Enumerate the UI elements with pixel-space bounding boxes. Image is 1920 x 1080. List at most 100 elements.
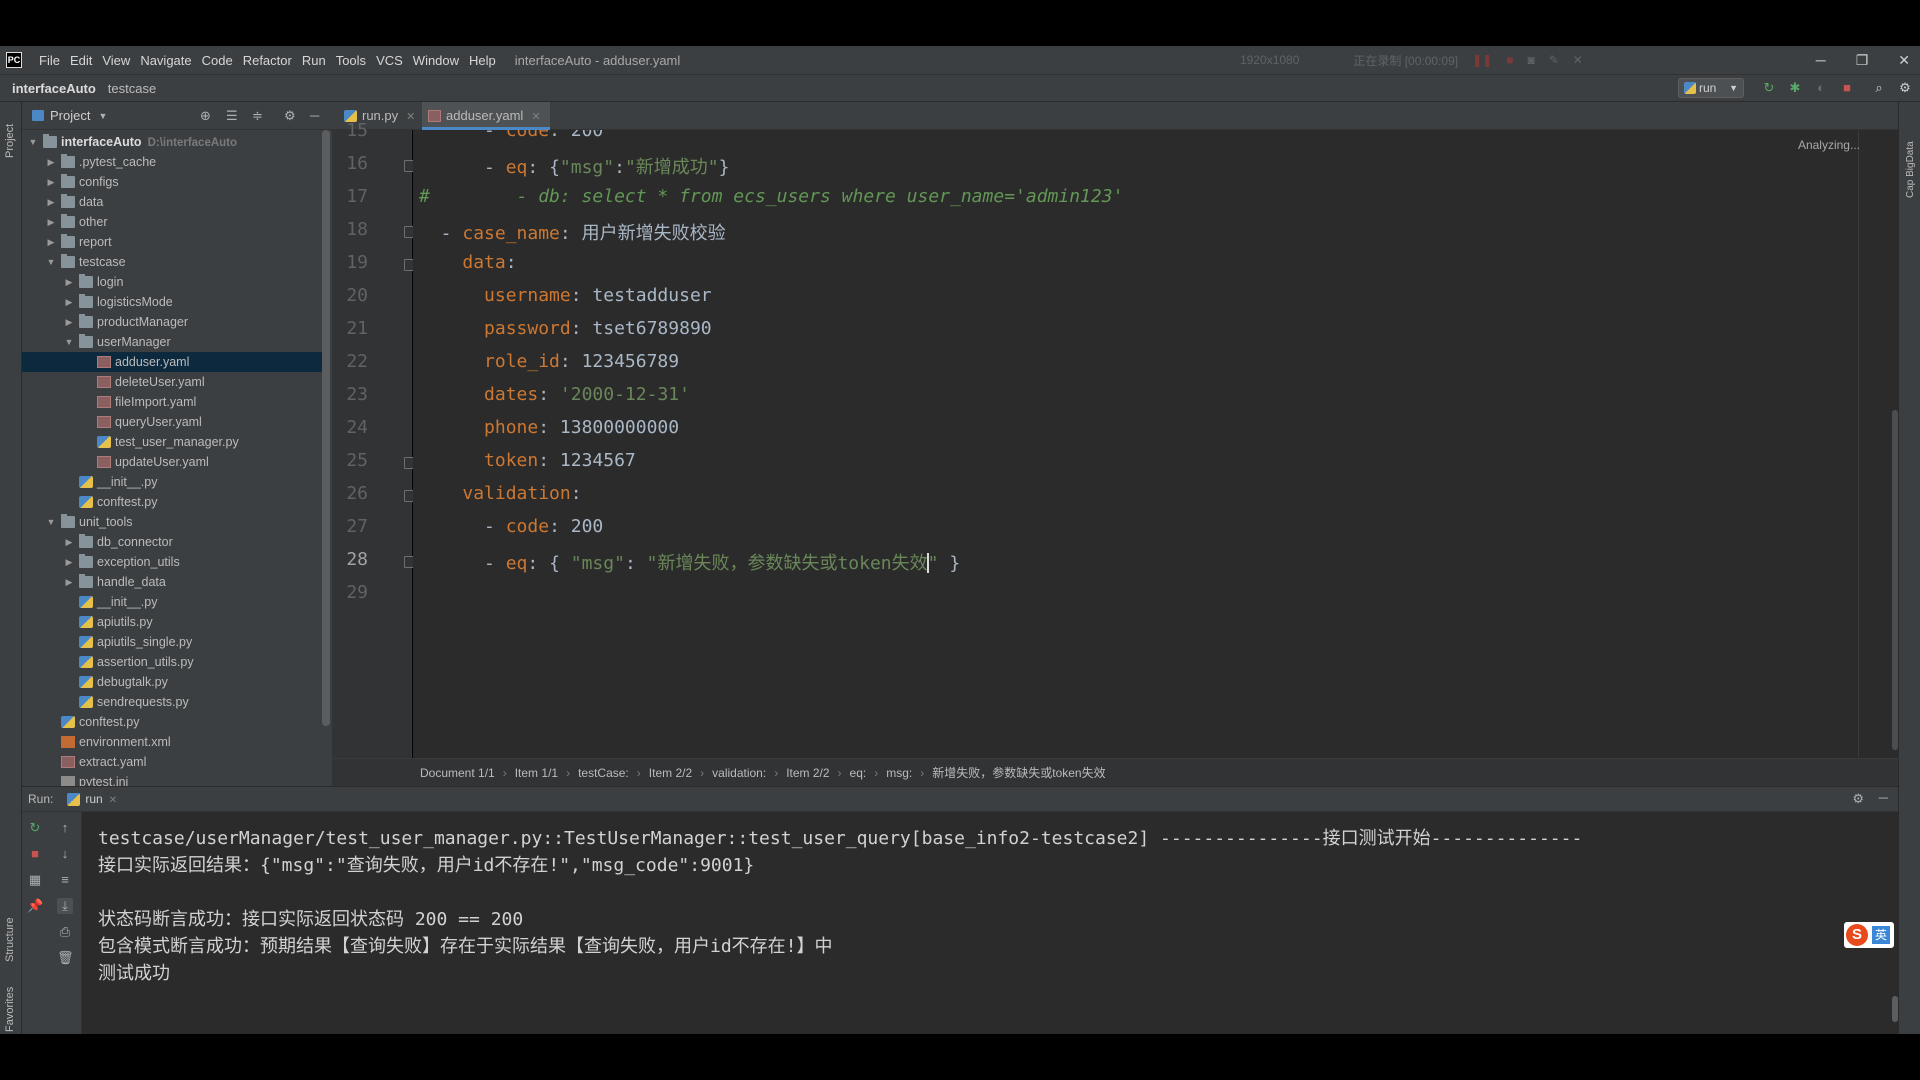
tree-item[interactable]: ▶ login [22,272,322,292]
breadcrumb-item[interactable]: Item 2/2 [649,766,692,780]
menu-item-tools[interactable]: Tools [331,53,371,68]
minimize-icon[interactable]: ─ [1816,52,1826,68]
tree-item[interactable]: extract.yaml [22,752,322,772]
layout-icon[interactable]: ▦ [27,872,43,888]
hide-run-panel-icon[interactable]: ─ [1879,790,1888,805]
arrow-up-icon[interactable]: ↑ [57,820,73,836]
chevron-down-icon[interactable]: ▼ [28,132,38,152]
run-configuration-select[interactable]: run ▼ [1678,78,1744,98]
tree-item[interactable]: ▶ report [22,232,322,252]
recorder-pen-icon[interactable]: ✎ [1549,53,1559,67]
stop-icon[interactable]: ■ [1840,81,1854,95]
hide-panel-icon[interactable]: ─ [310,108,319,123]
breadcrumb-item[interactable]: Document 1/1 [420,766,495,780]
favorites-tool-button[interactable]: Favorites [4,987,16,1032]
recorder-pause-icon[interactable]: ❚❚ [1472,53,1492,67]
tree-item[interactable]: updateUser.yaml [22,452,322,472]
close-tab-icon[interactable]: ✕ [109,795,117,806]
project-tool-button[interactable]: Project [4,124,16,158]
expand-all-icon[interactable]: ☰ [226,108,238,124]
chevron-right-icon[interactable]: ▶ [64,272,74,292]
structure-tool-button[interactable]: Structure [4,917,16,962]
tree-item[interactable]: ▶ productManager [22,312,322,332]
tree-item[interactable]: sendrequests.py [22,692,322,712]
tree-item[interactable]: fileImport.yaml [22,392,322,412]
tree-item[interactable]: conftest.py [22,492,322,512]
close-tab-icon[interactable]: ✕ [406,111,415,123]
tree-item[interactable]: ▶ logisticsMode [22,292,322,312]
tree-item[interactable]: assertion_utils.py [22,652,322,672]
coverage-icon[interactable]: ◐ [1814,81,1828,95]
close-window-icon[interactable]: ✕ [1898,52,1910,69]
menu-item-vcs[interactable]: VCS [371,53,408,68]
recorder-close-icon[interactable]: ✕ [1573,53,1583,67]
tree-item[interactable]: conftest.py [22,712,322,732]
cap-bigdata-tool-button[interactable]: Cap BigData [1905,141,1916,198]
tree-item[interactable]: debugtalk.py [22,672,322,692]
rerun-icon[interactable]: ↻ [27,820,43,836]
menu-item-code[interactable]: Code [197,53,238,68]
tree-item[interactable]: pytest.ini [22,772,322,786]
tree-item[interactable]: __init__.py [22,472,322,492]
tree-item[interactable]: test_user_manager.py [22,432,322,452]
tree-item[interactable]: ▼ testcase [22,252,322,272]
menu-item-navigate[interactable]: Navigate [135,53,196,68]
breadcrumb-item[interactable]: testCase: [578,766,629,780]
breadcrumb-item[interactable]: Item 1/1 [515,766,558,780]
chevron-right-icon[interactable]: ▶ [64,292,74,312]
rerun-icon[interactable]: ↻ [1762,81,1776,95]
chevron-right-icon[interactable]: ▶ [46,232,56,252]
menu-item-help[interactable]: Help [464,53,501,68]
tree-item[interactable]: ▼ unit_tools [22,512,322,532]
stop-icon[interactable]: ■ [27,846,43,862]
recorder-stop-icon[interactable]: ■ [1506,53,1513,67]
tree-item[interactable]: __init__.py [22,592,322,612]
run-console[interactable]: S 英 testcase/userManager/test_user_manag… [82,812,1898,1034]
pycharm-logo-icon[interactable]: PC [6,52,22,68]
tree-item[interactable]: adduser.yaml [22,352,322,372]
menu-item-file[interactable]: File [34,53,65,68]
nav-project-crumb[interactable]: interfaceAuto [12,81,96,96]
chevron-right-icon[interactable]: ▶ [64,532,74,552]
recorder-camera-icon[interactable]: ◙ [1527,53,1534,67]
locate-file-icon[interactable]: ⊕ [200,108,211,124]
menu-item-edit[interactable]: Edit [65,53,97,68]
chevron-right-icon[interactable]: ▶ [64,552,74,572]
collapse-all-icon[interactable]: ≑ [252,108,263,124]
chevron-down-icon[interactable]: ▼ [64,332,74,352]
project-tree-scrollbar[interactable] [322,130,330,726]
tree-item[interactable]: queryUser.yaml [22,412,322,432]
chevron-right-icon[interactable]: ▶ [46,172,56,192]
chevron-right-icon[interactable]: ▶ [46,212,56,232]
nav-folder-crumb[interactable]: testcase [108,81,156,96]
search-icon[interactable]: ⌕ [1872,81,1886,95]
chevron-down-icon[interactable]: ▼ [46,512,56,532]
breadcrumb-item[interactable]: msg: [886,766,912,780]
editor-tab[interactable]: adduser.yaml ✕ [422,102,550,130]
tree-item[interactable]: ▼ userManager [22,332,322,352]
tree-item[interactable]: ▼ interfaceAuto D:\interfaceAuto [22,132,322,152]
editor-scrollbar[interactable] [1892,410,1898,750]
debug-icon[interactable]: ✱ [1788,81,1802,95]
tree-item[interactable]: ▶ other [22,212,322,232]
chevron-right-icon[interactable]: ▶ [46,192,56,212]
arrow-down-icon[interactable]: ↓ [57,846,73,862]
run-tab[interactable]: run ✕ [67,792,117,806]
breadcrumb-item[interactable]: eq: [850,766,867,780]
menu-item-refactor[interactable]: Refactor [238,53,297,68]
close-tab-icon[interactable]: ✕ [531,111,540,123]
menu-item-run[interactable]: Run [297,53,331,68]
scroll-to-end-icon[interactable]: ⤓ [57,898,73,914]
print-icon[interactable]: ⎙ [57,924,73,940]
breadcrumb-item[interactable]: Item 2/2 [786,766,829,780]
breadcrumb-item[interactable]: validation: [712,766,766,780]
menu-item-window[interactable]: Window [408,53,464,68]
settings-gear-icon[interactable]: ⚙ [1898,81,1912,95]
project-view-select[interactable]: Project [50,108,90,123]
tree-item[interactable]: deleteUser.yaml [22,372,322,392]
chevron-right-icon[interactable]: ▶ [64,312,74,332]
run-settings-icon[interactable]: ⚙ [1852,791,1864,807]
restore-icon[interactable]: ❐ [1856,52,1869,69]
tree-item[interactable]: ▶ exception_utils [22,552,322,572]
trash-icon[interactable]: 🗑 [57,950,74,966]
